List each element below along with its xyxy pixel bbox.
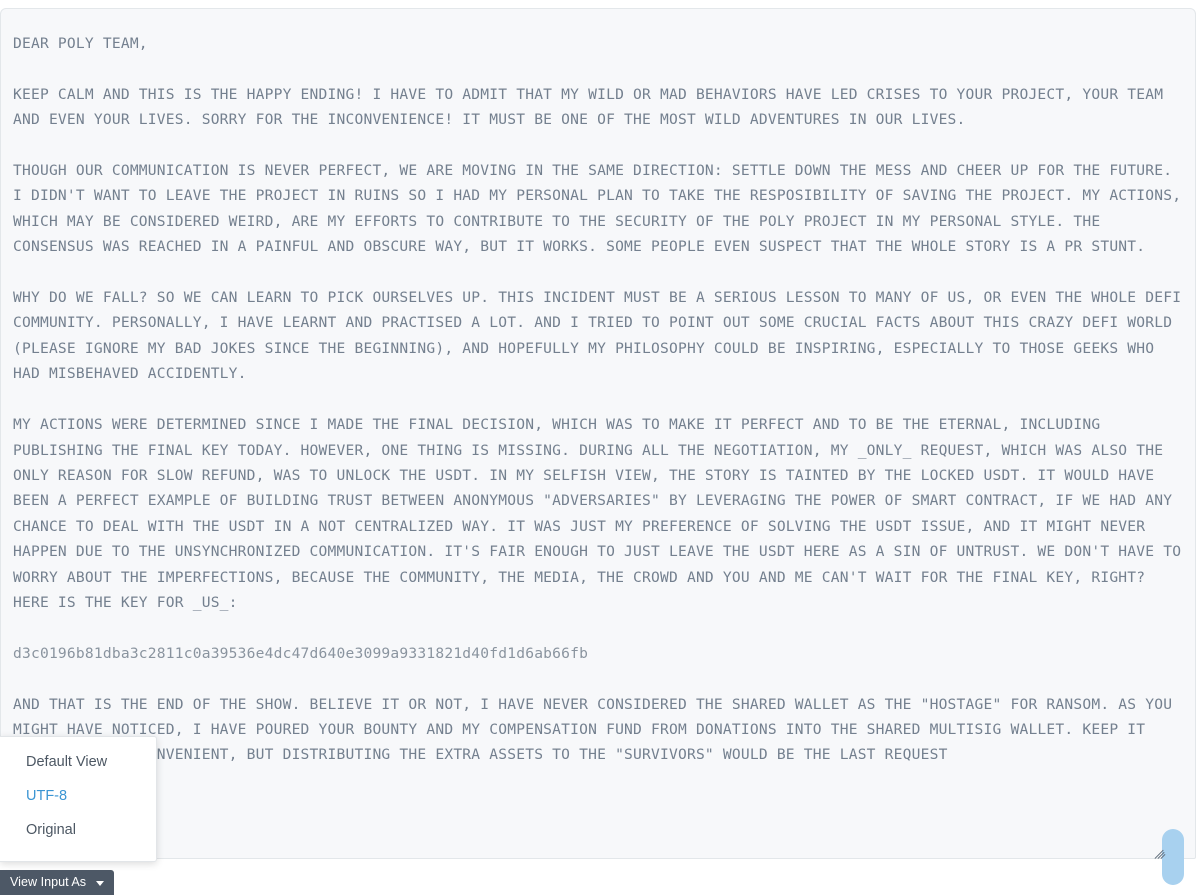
dropdown-item-utf-8[interactable]: UTF-8: [0, 779, 156, 813]
dropdown-item-default-view[interactable]: Default View: [0, 745, 156, 779]
message-paragraph-2: THOUGH OUR COMMUNICATION IS NEVER PERFEC…: [13, 162, 1191, 256]
message-salutation: DEAR POLY TEAM,: [13, 35, 148, 52]
input-viewer-scroll-area[interactable]: DEAR POLY TEAM, KEEP CALM AND THIS IS TH…: [1, 9, 1195, 858]
resize-handle[interactable]: [1154, 829, 1184, 885]
input-viewer-panel: DEAR POLY TEAM, KEEP CALM AND THIS IS TH…: [0, 8, 1196, 859]
message-paragraph-1: KEEP CALM AND THIS IS THE HAPPY ENDING! …: [13, 85, 1173, 129]
final-key-value: d3c0196b81dba3c2811c0a39536e4dc47d640e30…: [13, 644, 589, 662]
view-input-as-label: View Input As: [10, 875, 87, 889]
page-root: DEAR POLY TEAM, KEEP CALM AND THIS IS TH…: [0, 0, 1200, 895]
dropdown-item-original[interactable]: Original: [0, 813, 156, 847]
view-input-as-button[interactable]: View Input As: [0, 870, 114, 895]
view-input-as-dropdown-menu[interactable]: Default View UTF-8 Original: [0, 736, 157, 862]
message-paragraph-4: MY ACTIONS WERE DETERMINED SINCE I MADE …: [13, 416, 1191, 611]
message-paragraph-3: WHY DO WE FALL? SO WE CAN LEARN TO PICK …: [13, 289, 1191, 383]
message-closing-paragraph: AND THAT IS THE END OF THE SHOW. BELIEVE…: [13, 695, 1182, 764]
chevron-down-icon: [96, 880, 105, 886]
resize-grip-icon: [1153, 847, 1169, 861]
